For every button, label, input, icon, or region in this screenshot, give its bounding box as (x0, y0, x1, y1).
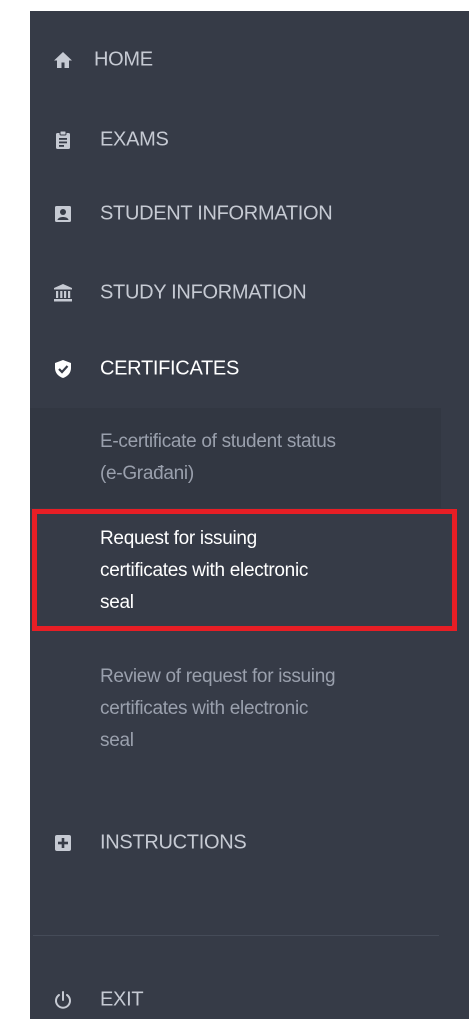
sidebar-item-label: STUDENT INFORMATION (100, 202, 333, 225)
sidebar-item-label: INSTRUCTIONS (100, 831, 247, 854)
sidebar-item-student-information[interactable]: STUDENT INFORMATION (30, 179, 469, 249)
submenu-item-line: seal (100, 592, 134, 613)
sidebar-item-label: CERTIFICATES (100, 357, 240, 380)
submenu-item-line: Request for issuing (100, 528, 257, 549)
submenu-item-line: seal (100, 730, 134, 751)
sidebar-item-label: HOME (94, 48, 153, 71)
exit-label: EXIT (100, 988, 144, 1011)
divider (33, 935, 439, 936)
sidebar-item-label: EXAMS (100, 128, 169, 151)
home-icon (53, 50, 73, 70)
submenu-item-line: (e-Građani) (100, 463, 194, 484)
shield-check-icon (53, 359, 73, 379)
submenu-item-line: certificates with electronic (100, 560, 309, 581)
power-icon (53, 990, 73, 1010)
id-card-icon (53, 204, 73, 224)
sidebar-item-instructions[interactable]: INSTRUCTIONS (30, 808, 469, 878)
submenu-item-review-request[interactable]: Review of request for issuing certificat… (100, 661, 420, 757)
sidebar-item-exams[interactable]: EXAMS (30, 105, 469, 175)
sidebar-item-study-information[interactable]: STUDY INFORMATION (30, 258, 469, 328)
submenu-item-line: Review of request for issuing (100, 666, 336, 687)
plus-square-icon (53, 833, 73, 853)
submenu-item-line: certificates with electronic (100, 698, 309, 719)
submenu-item-request-certificates[interactable]: Request for issuing certificates with el… (100, 523, 420, 619)
sidebar-item-label: STUDY INFORMATION (100, 281, 307, 304)
exit-button[interactable]: EXIT (30, 965, 469, 1035)
sidebar-item-certificates[interactable]: CERTIFICATES (30, 334, 469, 404)
sidebar: HOME EXAMS STUDENT INFORMATION STUDY INF… (30, 11, 469, 1019)
sidebar-item-home[interactable]: HOME (30, 25, 469, 95)
submenu-item-e-certificate[interactable]: E-certificate of student status (e-Građa… (100, 426, 420, 490)
clipboard-icon (53, 130, 73, 150)
submenu-item-line: E-certificate of student status (100, 431, 336, 452)
university-icon (53, 283, 73, 303)
